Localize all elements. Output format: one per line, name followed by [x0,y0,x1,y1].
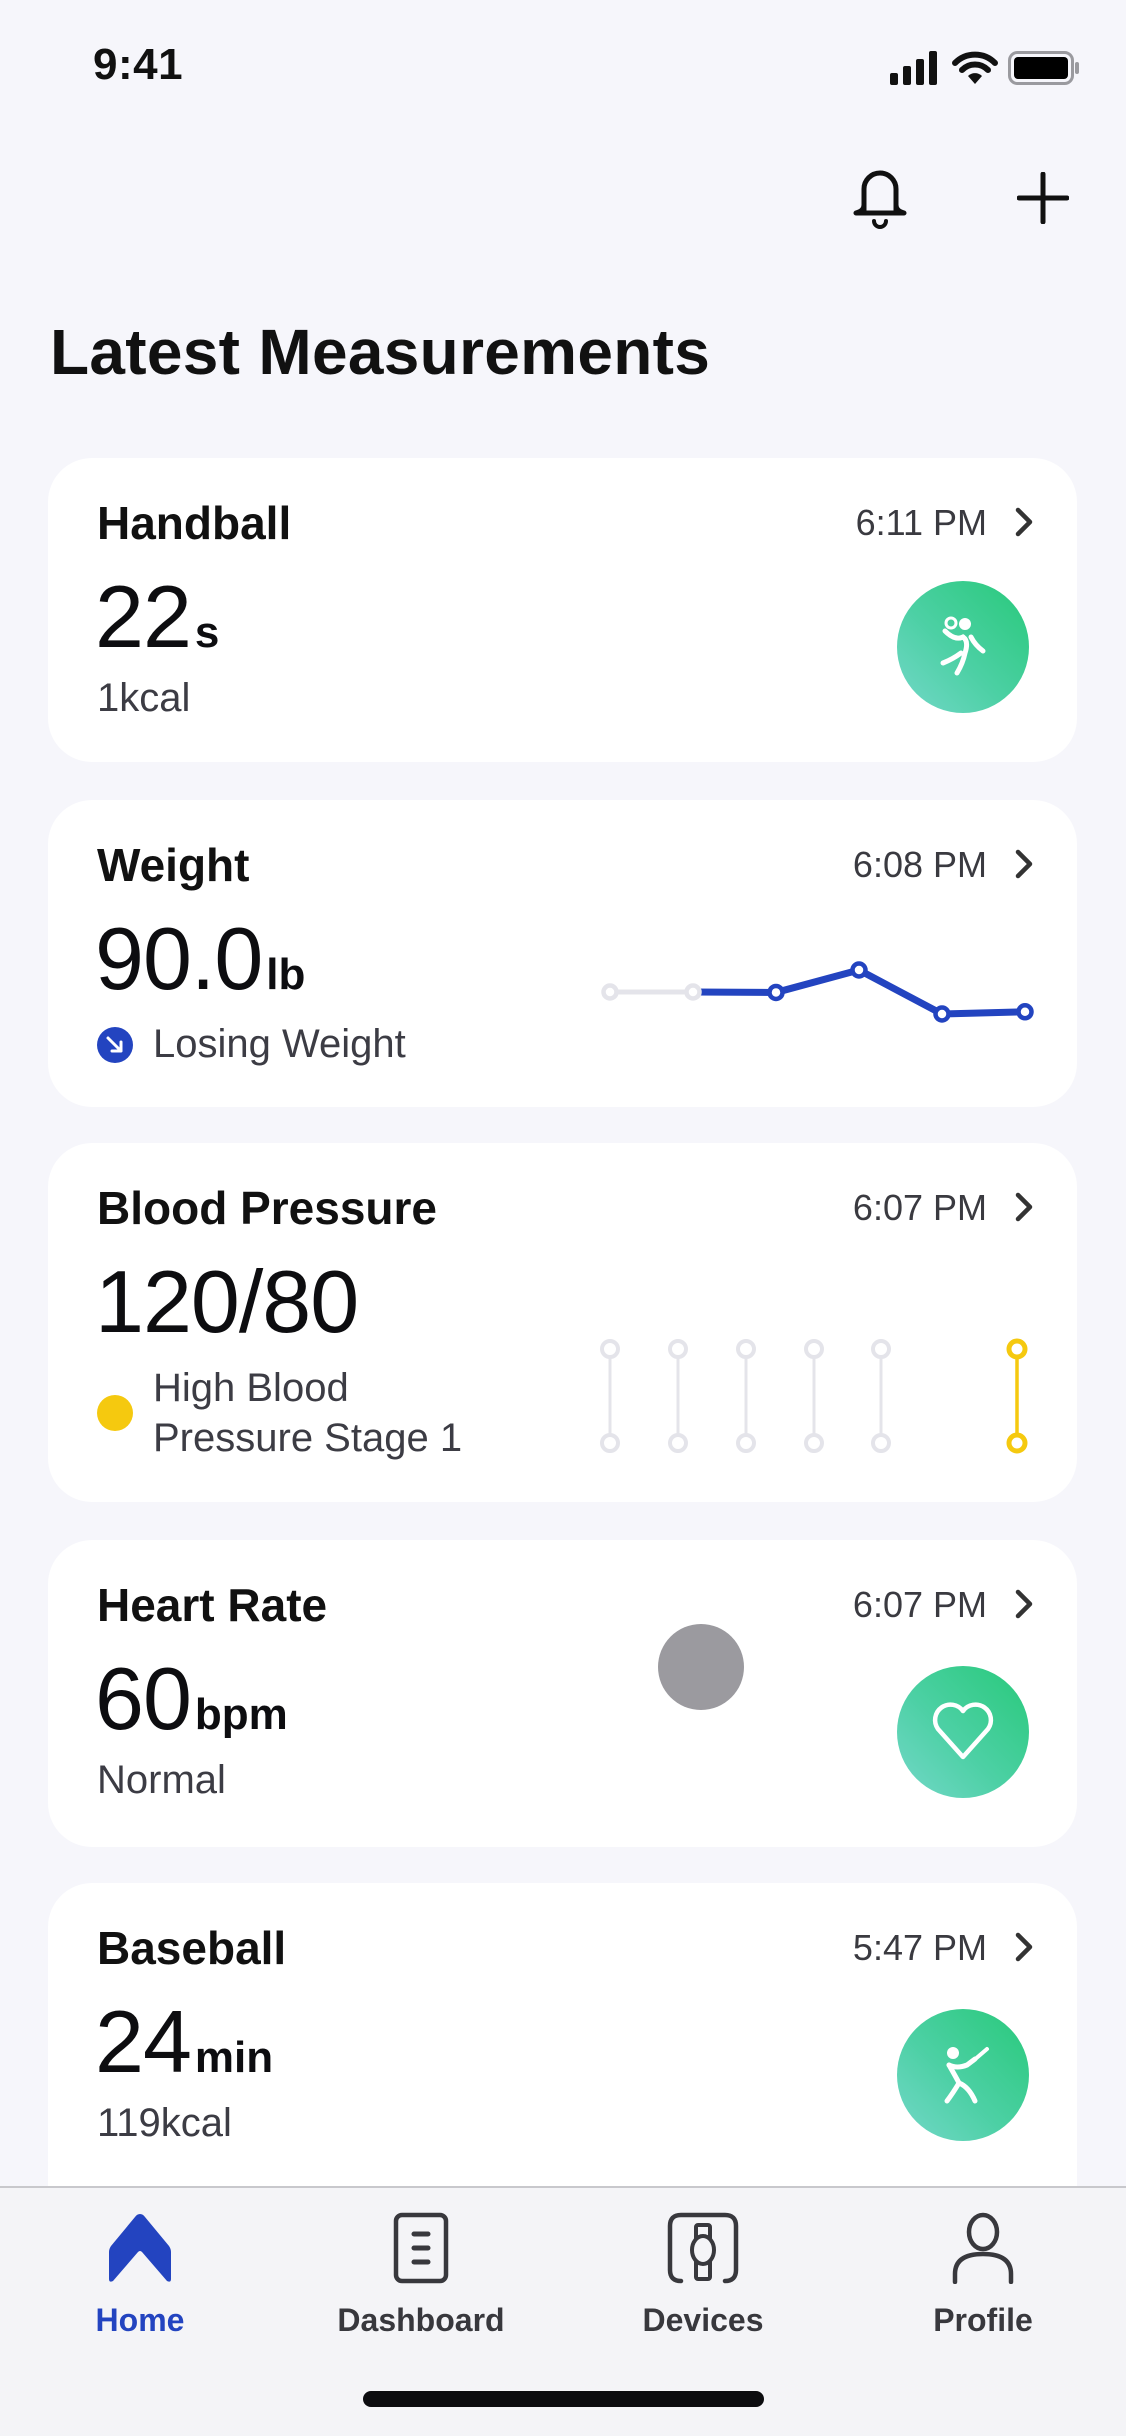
page-title: Latest Measurements [50,316,711,388]
tab-home[interactable]: Home [40,2208,240,2339]
bell-icon [853,170,907,229]
measurement-card-heart-rate[interactable]: Heart Rate 6:07 PM 60bpm Normal [48,1540,1077,1847]
status-text: High Blood Pressure Stage 1 [153,1363,462,1463]
tab-label: Dashboard [337,2302,505,2338]
value-unit: lb [266,950,306,999]
chevron-right-icon [1015,1589,1033,1619]
card-time: 6:08 PM [852,844,987,885]
bp-point [600,1433,620,1453]
value-unit: s [194,608,220,657]
card-value: 120/80 [95,1252,359,1351]
home-indicator [363,2391,764,2407]
plus-icon [1017,172,1069,224]
measurement-card-handball[interactable]: Handball 6:11 PM 22s 1kcal [48,458,1077,762]
trend-segment [772,966,863,996]
wifi-icon [952,51,998,84]
bp-point [871,1339,891,1359]
card-subtitle: 119kcal [97,2101,232,2145]
status-icons [890,50,1080,86]
bp-point [1006,1432,1028,1454]
status-dot [97,1395,133,1431]
tab-label: Home [95,2302,185,2338]
card-subtitle: Normal [97,1758,226,1802]
touch-indicator [658,1624,744,1710]
handball-icon [940,616,986,676]
baseball-batter-icon [944,2047,989,2104]
card-subtitle: 1kcal [97,676,191,720]
value-number: 60 [95,1649,192,1748]
tab-dashboard[interactable]: Dashboard [321,2208,521,2339]
card-value: 90.0lb [95,908,305,1010]
trend-point [767,983,785,1002]
status-time: 9:41 [93,40,184,89]
trend-point [684,983,702,1001]
card-value: 24min [95,1991,273,2093]
measurement-card-weight[interactable]: Weight 6:08 PM 90.0lb Losing Weight [48,800,1077,1107]
card-time: 6:11 PM [855,502,987,543]
value-number: 24 [95,1992,192,2091]
bp-point [736,1433,756,1453]
bp-point [871,1433,891,1453]
trend-point [1016,1003,1034,1021]
bp-point [804,1433,824,1453]
chevron-right-icon [1015,1932,1033,1962]
measurement-card-blood-pressure[interactable]: Blood Pressure 6:07 PM 120/80 High Blood… [48,1143,1077,1502]
trend-segment [855,966,946,1018]
bp-point [600,1339,620,1359]
value-unit: min [194,2033,274,2082]
bp-history-chart [600,1338,1028,1454]
value-number: 22 [95,567,192,666]
arrow-down-right-icon [97,1026,133,1063]
bp-point [668,1339,688,1359]
value-unit: bpm [194,1690,288,1739]
card-value: 60bpm [95,1648,288,1750]
tab-label: Profile [933,2302,1033,2338]
card-time: 6:07 PM [852,1187,987,1228]
sport-badge [897,581,1029,713]
person-icon [952,2212,1014,2284]
weight-status: Losing Weight [97,1022,406,1067]
home-icon [109,2214,171,2282]
trend-segment [938,1008,1029,1018]
chevron-right-icon [1015,507,1033,537]
bp-point [804,1339,824,1359]
tab-profile[interactable]: Profile [883,2208,1083,2339]
add-button[interactable] [1008,163,1078,233]
card-value: 22s [95,566,219,668]
tab-devices[interactable]: Devices [603,2208,803,2339]
status-text: Losing Weight [153,1022,406,1066]
card-title: Blood Pressure [97,1182,437,1234]
weight-trend-chart [601,961,1034,1023]
trend-point [850,961,868,979]
battery-icon [1008,51,1079,85]
status-line-1: High Blood [153,1366,349,1410]
status-line-2: Pressure Stage 1 [153,1416,463,1460]
notifications-button[interactable] [845,160,915,236]
card-title: Weight [97,839,250,891]
card-title: Heart Rate [97,1579,328,1631]
bp-status: High Blood Pressure Stage 1 [97,1363,462,1463]
bp-point [668,1433,688,1453]
sport-badge [897,1666,1029,1798]
chevron-right-icon [1015,1192,1033,1222]
value-number: 90.0 [95,909,263,1008]
tab-label: Devices [642,2302,764,2338]
watch-device-icon [667,2212,739,2284]
chevron-right-icon [1015,849,1033,879]
bp-point [736,1339,756,1359]
heart-icon [932,1702,994,1760]
card-time: 5:47 PM [852,1927,987,1968]
card-title: Handball [97,497,292,549]
trend-point [601,983,619,1001]
sport-badge [897,2009,1029,2141]
trend-point [933,1005,951,1023]
card-title: Baseball [97,1922,287,1974]
cellular-signal-icon [890,51,937,85]
dashboard-icon [393,2212,449,2284]
card-time: 6:07 PM [852,1584,987,1625]
bp-point [1006,1338,1028,1360]
